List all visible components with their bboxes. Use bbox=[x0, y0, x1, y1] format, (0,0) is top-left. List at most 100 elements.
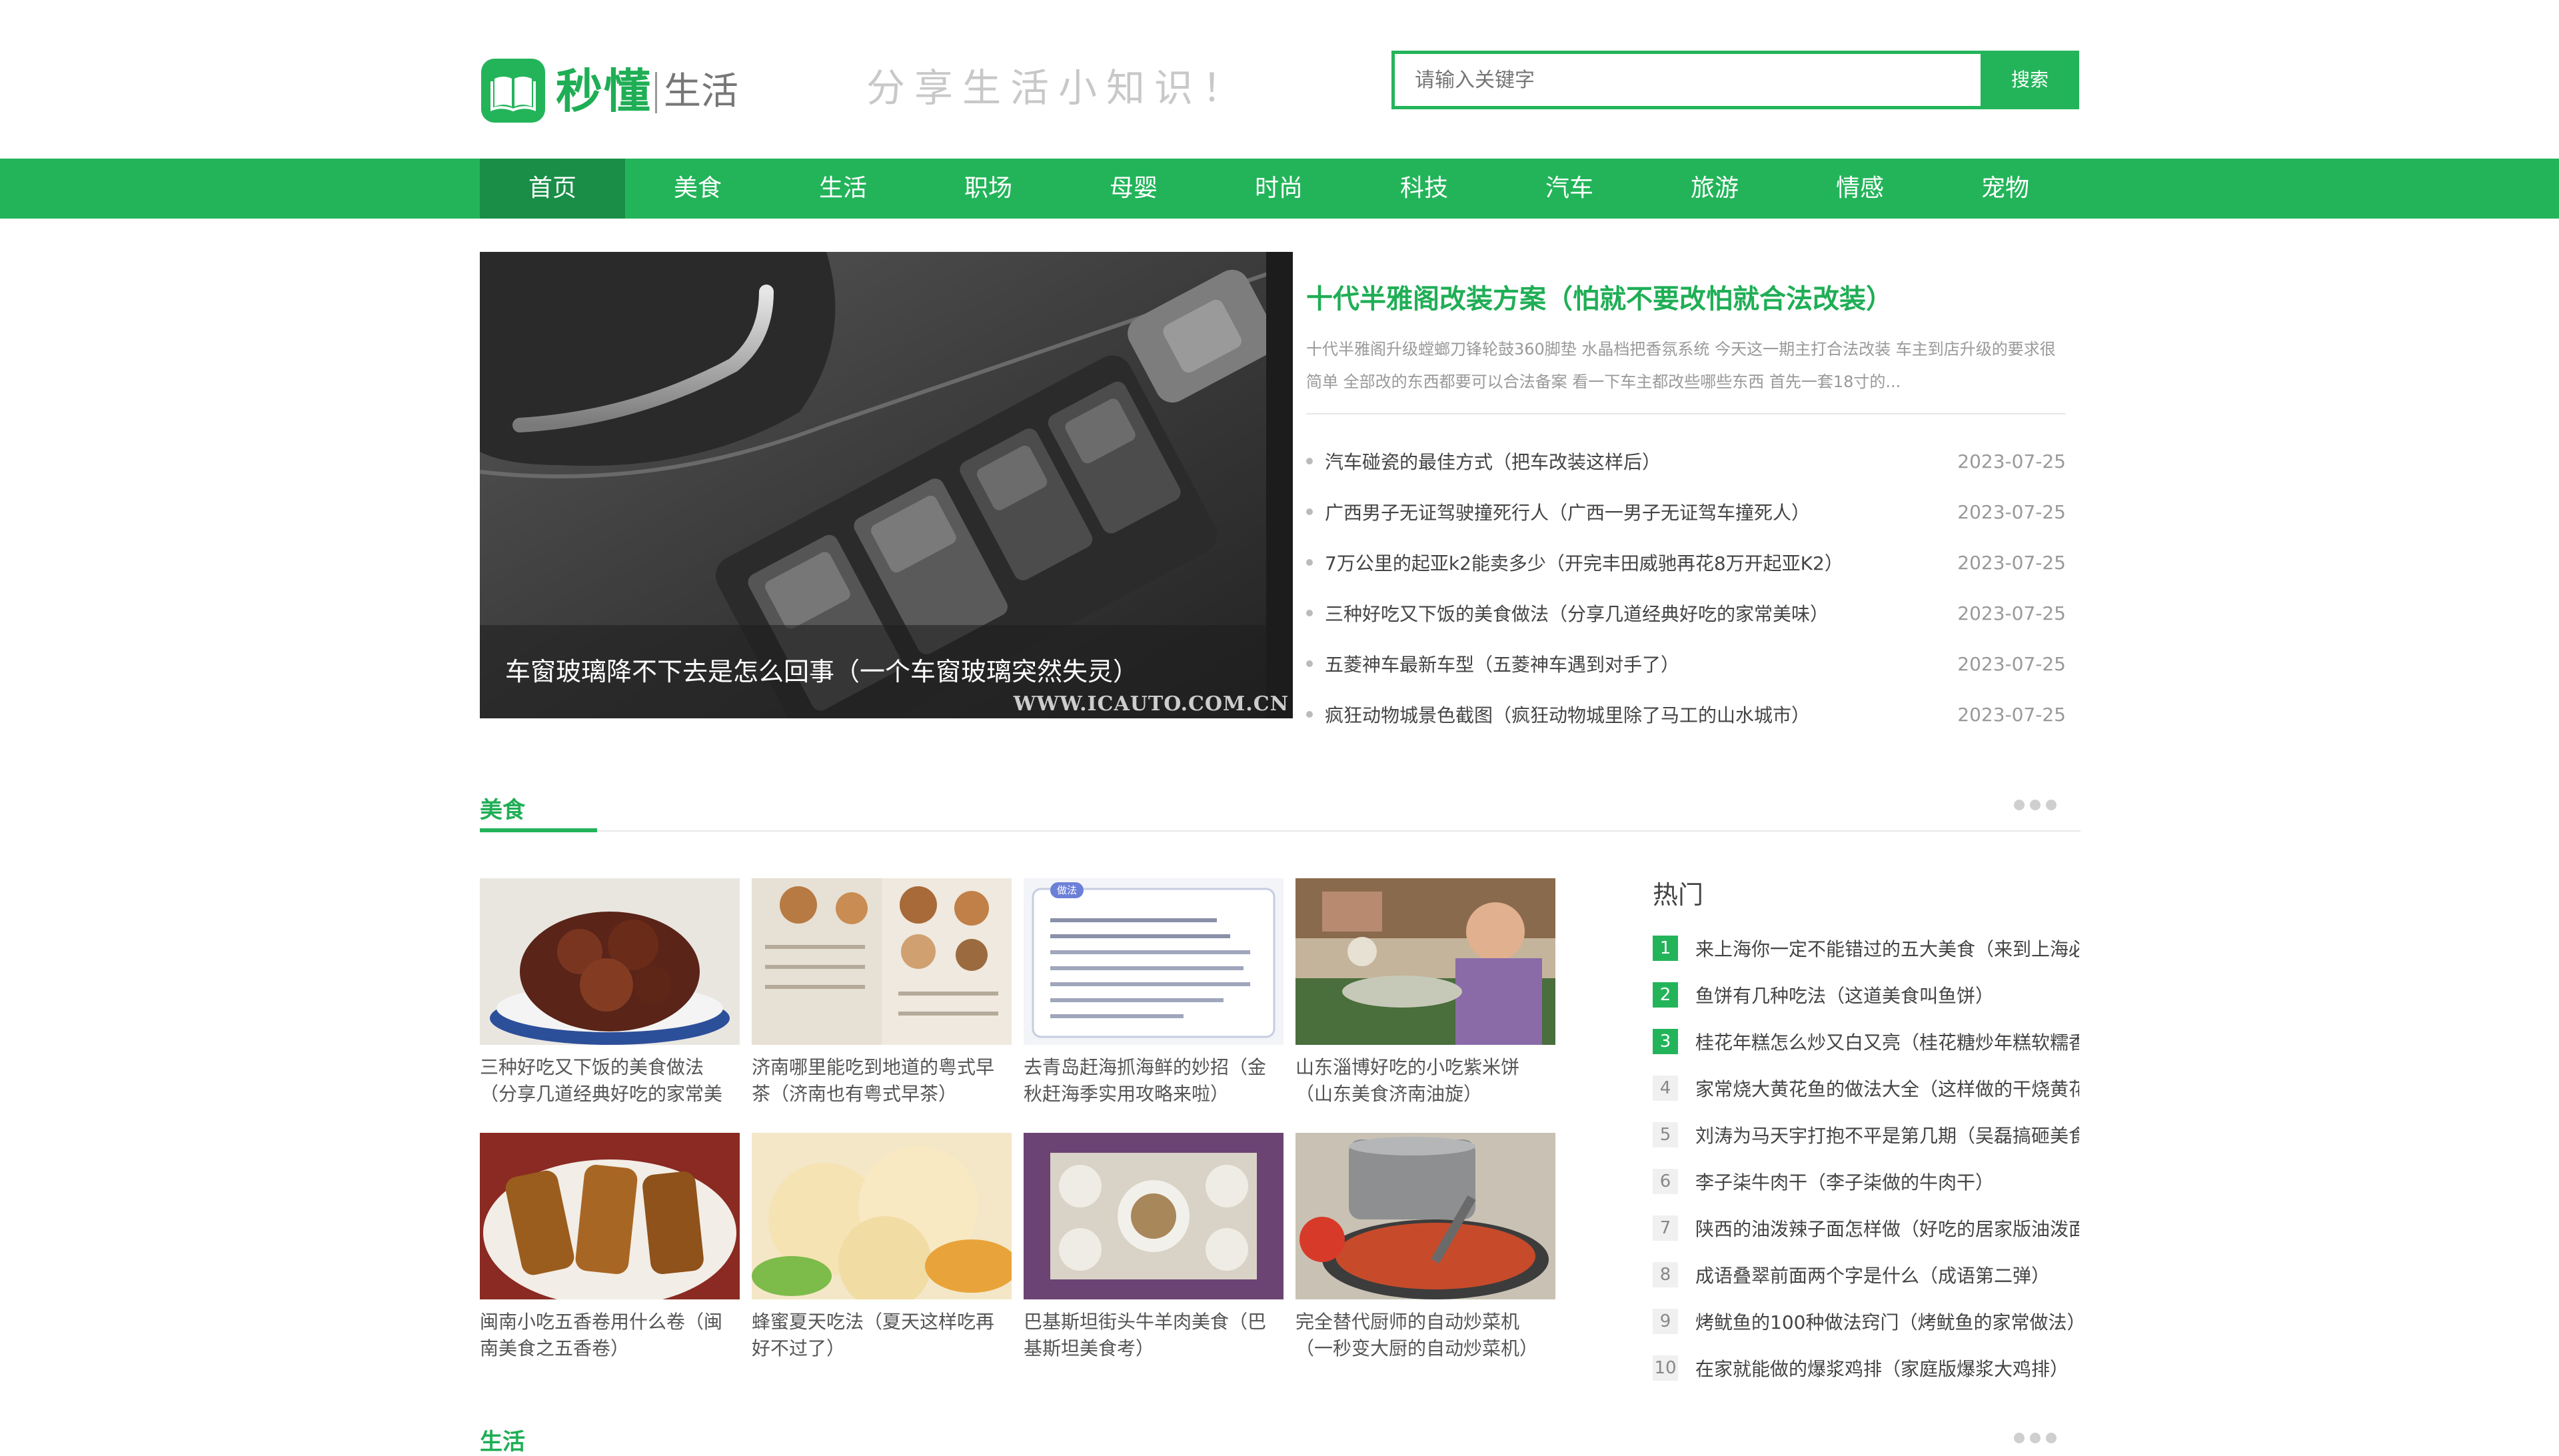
nav-item[interactable]: 旅游 bbox=[1642, 159, 1787, 219]
bullet-icon bbox=[1306, 711, 1313, 718]
food-caption[interactable]: 巴基斯坦街头牛羊肉美食（巴基斯坦美食考） bbox=[1024, 1309, 1283, 1362]
hot-item[interactable]: 1 来上海你一定不能错过的五大美食（来到上海必吃的美食） bbox=[1653, 925, 2079, 972]
hot-item[interactable]: 7 陕西的油泼辣子面怎样做（好吃的居家版油泼面） bbox=[1653, 1205, 2079, 1251]
section-divider bbox=[480, 830, 2081, 832]
food-card[interactable]: 巴基斯坦街头牛羊肉美食（巴基斯坦美食考） bbox=[1024, 1133, 1283, 1362]
hot-title-link[interactable]: 家常烧大黄花鱼的做法大全（这样做的干烧黄花鱼） bbox=[1695, 1075, 2079, 1101]
food-thumbnail[interactable] bbox=[1024, 1133, 1283, 1299]
food-caption[interactable]: 完全替代厨师的自动炒菜机（一秒变大厨的自动炒菜机） bbox=[1295, 1309, 1555, 1362]
logo-subtitle[interactable]: 生活 bbox=[664, 65, 738, 119]
hot-item[interactable]: 4 家常烧大黄花鱼的做法大全（这样做的干烧黄花鱼） bbox=[1653, 1065, 2079, 1111]
news-title[interactable]: 汽车碰瓷的最佳方式（把车改装这样后） bbox=[1325, 448, 1661, 474]
news-title[interactable]: 疯狂动物城景色截图（疯狂动物城里除了马工的山水城市） bbox=[1325, 701, 1810, 728]
news-date: 2023-07-25 bbox=[1957, 551, 2066, 574]
headline-link[interactable]: 十代半雅阁改装方案（怕就不要改怕就合法改装） bbox=[1306, 277, 1893, 316]
food-caption[interactable]: 济南哪里能吃到地道的粤式早茶（济南也有粤式早茶） bbox=[752, 1054, 1012, 1107]
food-thumbnail[interactable] bbox=[1295, 1133, 1555, 1299]
nav-item[interactable]: 科技 bbox=[1351, 159, 1497, 219]
feature-image[interactable]: 车窗玻璃降不下去是怎么回事（一个车窗玻璃突然失灵） WWW.ICAUTO.COM… bbox=[480, 252, 1293, 718]
nav-item[interactable]: 职场 bbox=[916, 159, 1061, 219]
hot-item[interactable]: 6 李子柒牛肉干（李子柒做的牛肉干） bbox=[1653, 1158, 2079, 1205]
section-title-life[interactable]: 生活 bbox=[480, 1423, 525, 1456]
nav-item[interactable]: 美食 bbox=[625, 159, 770, 219]
hot-title-link[interactable]: 在家就能做的爆浆鸡排（家庭版爆浆大鸡排） bbox=[1695, 1355, 2079, 1381]
hot-item[interactable]: 3 桂花年糕怎么炒又白又亮（桂花糖炒年糕软糯香甜） bbox=[1653, 1018, 2079, 1065]
news-date: 2023-07-25 bbox=[1957, 703, 2066, 726]
nav-item[interactable]: 时尚 bbox=[1206, 159, 1351, 219]
hot-title-link[interactable]: 刘涛为马天宇打抱不平是第几期（吴磊搞砸美食） bbox=[1695, 1121, 2079, 1148]
food-card[interactable]: 山东淄博好吃的小吃紫米饼（山东美食济南油旋） bbox=[1295, 878, 1555, 1107]
rank-badge: 2 bbox=[1653, 982, 1678, 1008]
hot-title-link[interactable]: 陕西的油泼辣子面怎样做（好吃的居家版油泼面） bbox=[1695, 1215, 2079, 1241]
news-date: 2023-07-25 bbox=[1957, 500, 2066, 523]
hot-item[interactable]: 5 刘涛为马天宇打抱不平是第几期（吴磊搞砸美食） bbox=[1653, 1111, 2079, 1158]
hot-list: 1 来上海你一定不能错过的五大美食（来到上海必吃的美食） 2 鱼饼有几种吃法（这道美食… bbox=[1653, 925, 2079, 1391]
food-thumbnail[interactable] bbox=[1295, 878, 1555, 1045]
news-title[interactable]: 7万公里的起亚k2能卖多少（开完丰田威驰再花8万开起亚K2） bbox=[1325, 549, 1843, 576]
news-item[interactable]: 7万公里的起亚k2能卖多少（开完丰田威驰再花8万开起亚K2） 2023-07-25 bbox=[1306, 537, 2066, 588]
news-list: 汽车碰瓷的最佳方式（把车改装这样后） 2023-07-25 广西男子无证驾驶撞死行人… bbox=[1306, 436, 2066, 740]
hot-title-link[interactable]: 烤鱿鱼的100种做法窍门（烤鱿鱼的家常做法） bbox=[1695, 1308, 2079, 1335]
news-title[interactable]: 三种好吃又下饭的美食做法（分享几道经典好吃的家常美味） bbox=[1325, 600, 1829, 626]
food-thumbnail[interactable] bbox=[752, 1133, 1012, 1299]
food-caption[interactable]: 山东淄博好吃的小吃紫米饼（山东美食济南油旋） bbox=[1295, 1054, 1555, 1107]
search-input[interactable] bbox=[1391, 51, 1981, 109]
food-card[interactable]: 蜂蜜夏天吃法（夏天这样吃再好不过了） bbox=[752, 1133, 1012, 1362]
bullet-icon bbox=[1306, 458, 1313, 464]
food-caption[interactable]: 蜂蜜夏天吃法（夏天这样吃再好不过了） bbox=[752, 1309, 1012, 1362]
search-button[interactable]: 搜索 bbox=[1981, 51, 2079, 109]
nav-item[interactable]: 汽车 bbox=[1497, 159, 1642, 219]
rank-badge: 1 bbox=[1653, 936, 1678, 961]
news-item[interactable]: 广西男子无证驾驶撞死行人（广西一男子无证驾车撞死人） 2023-07-25 bbox=[1306, 486, 2066, 537]
rank-badge: 3 bbox=[1653, 1029, 1678, 1054]
nav-item[interactable]: 宠物 bbox=[1933, 159, 2078, 219]
news-item[interactable]: 疯狂动物城景色截图（疯狂动物城里除了马工的山水城市） 2023-07-25 bbox=[1306, 689, 2066, 740]
food-caption[interactable]: 闽南小吃五香卷用什么卷（闽南美食之五香卷） bbox=[480, 1309, 740, 1362]
food-card[interactable]: 三种好吃又下饭的美食做法（分享几道经典好吃的家常美味） bbox=[480, 878, 740, 1107]
news-date: 2023-07-25 bbox=[1957, 652, 2066, 675]
food-thumbnail[interactable] bbox=[480, 878, 740, 1045]
food-caption[interactable]: 三种好吃又下饭的美食做法（分享几道经典好吃的家常美味） bbox=[480, 1054, 740, 1107]
hot-title-link[interactable]: 桂花年糕怎么炒又白又亮（桂花糖炒年糕软糯香甜） bbox=[1695, 1028, 2079, 1055]
recipe-badge: 做法 bbox=[1057, 884, 1077, 896]
logo-title[interactable]: 秒懂 bbox=[556, 61, 652, 121]
feature-caption[interactable]: 车窗玻璃降不下去是怎么回事（一个车窗玻璃突然失灵） bbox=[505, 651, 1138, 688]
news-item[interactable]: 三种好吃又下饭的美食做法（分享几道经典好吃的家常美味） 2023-07-25 bbox=[1306, 588, 2066, 638]
hot-item[interactable]: 9 烤鱿鱼的100种做法窍门（烤鱿鱼的家常做法） bbox=[1653, 1298, 2079, 1345]
more-dots-icon[interactable] bbox=[2014, 1433, 2057, 1446]
nav-item[interactable]: 情感 bbox=[1787, 159, 1933, 219]
food-card[interactable]: 完全替代厨师的自动炒菜机（一秒变大厨的自动炒菜机） bbox=[1295, 1133, 1555, 1362]
hot-title-link[interactable]: 李子柒牛肉干（李子柒做的牛肉干） bbox=[1695, 1168, 2079, 1195]
food-caption[interactable]: 去青岛赶海抓海鲜的妙招（金秋赶海季实用攻略来啦） bbox=[1024, 1054, 1283, 1107]
food-thumbnail[interactable] bbox=[480, 1133, 740, 1299]
hot-item[interactable]: 10 在家就能做的爆浆鸡排（家庭版爆浆大鸡排） bbox=[1653, 1345, 2079, 1391]
book-logo-icon[interactable] bbox=[481, 59, 545, 123]
more-dots-icon[interactable] bbox=[2014, 797, 2057, 813]
nav-item[interactable]: 生活 bbox=[770, 159, 916, 219]
food-thumbnail[interactable]: 做法 bbox=[1024, 878, 1283, 1045]
hot-item[interactable]: 8 成语叠翠前面两个字是什么（成语第二弹） bbox=[1653, 1251, 2079, 1298]
food-card[interactable]: 做法去青岛赶海抓海鲜的妙招（金秋赶海季实用攻略来啦） bbox=[1024, 878, 1283, 1107]
braised-pork-photo bbox=[480, 878, 740, 1045]
image-watermark: WWW.ICAUTO.COM.CN bbox=[1013, 692, 1289, 716]
diner-photo bbox=[1295, 878, 1555, 1045]
food-card[interactable]: 闽南小吃五香卷用什么卷（闽南美食之五香卷） bbox=[480, 1133, 740, 1362]
food-card[interactable]: 济南哪里能吃到地道的粤式早茶（济南也有粤式早茶） bbox=[752, 878, 1012, 1107]
news-title[interactable]: 广西男子无证驾驶撞死行人（广西一男子无证驾车撞死人） bbox=[1325, 498, 1810, 525]
news-title[interactable]: 五菱神车最新车型（五菱神车遇到对手了） bbox=[1325, 650, 1679, 677]
news-item[interactable]: 五菱神车最新车型（五菱神车遇到对手了） 2023-07-25 bbox=[1306, 638, 2066, 689]
hot-item[interactable]: 2 鱼饼有几种吃法（这道美食叫鱼饼） bbox=[1653, 972, 2079, 1018]
rank-badge: 7 bbox=[1653, 1215, 1678, 1241]
news-item[interactable]: 汽车碰瓷的最佳方式（把车改装这样后） 2023-07-25 bbox=[1306, 436, 2066, 486]
site-slogan: 分享生活小知识！ bbox=[866, 65, 1251, 111]
hot-title-link[interactable]: 来上海你一定不能错过的五大美食（来到上海必吃的美食） bbox=[1695, 935, 2079, 962]
hot-title-link[interactable]: 成语叠翠前面两个字是什么（成语第二弹） bbox=[1695, 1261, 2079, 1288]
rank-badge: 8 bbox=[1653, 1262, 1678, 1287]
hot-title-link[interactable]: 鱼饼有几种吃法（这道美食叫鱼饼） bbox=[1695, 982, 2079, 1008]
rank-badge: 6 bbox=[1653, 1169, 1678, 1194]
food-thumbnail[interactable] bbox=[752, 878, 1012, 1045]
bullet-icon bbox=[1306, 559, 1313, 566]
nav-item[interactable]: 母婴 bbox=[1061, 159, 1206, 219]
section-title-food[interactable]: 美食 bbox=[480, 792, 525, 824]
nav-item[interactable]: 首页 bbox=[480, 159, 625, 219]
